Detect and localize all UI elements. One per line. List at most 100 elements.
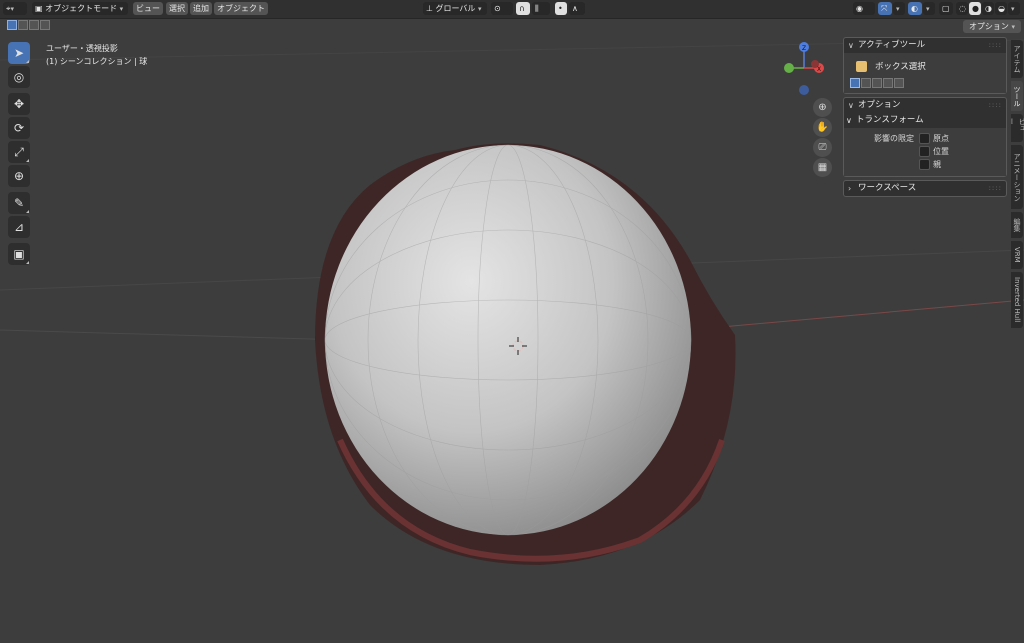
chevron-down-icon: ∨ [848,101,854,110]
rotate-icon: ⟳ [13,121,25,135]
transform-orientation-selector[interactable]: ⊥ グローバル ▾ [423,2,487,15]
pan-button[interactable]: ✋ [813,118,832,137]
tab-animation[interactable]: アニメーション [1011,145,1023,209]
measure-icon: ⊿ [13,220,25,234]
active-tool-name-row: ボックス選択 [850,57,1000,75]
options-header[interactable]: ∨ オプション :::: [844,98,1006,113]
drag-handle-icon[interactable]: :::: [989,181,1002,196]
gizmo-toggle[interactable]: ⤧ [878,2,892,15]
select-extend-icon[interactable] [18,20,28,30]
tab-edit[interactable]: 編集 [1011,212,1023,238]
location-label: 位置 [933,147,949,156]
menu-view[interactable]: ビュー [133,2,163,15]
gizmo-icon: ⤧ [881,4,888,13]
active-tool-section: ∨ アクティブツール :::: ボックス選択 [843,37,1007,94]
3d-viewport[interactable]: Z X ⌖▾ ▣ オブジェクトモード ▾ ビュー 選択 追加 オブジェクト ⊥ … [0,0,1024,643]
overlay-toggle[interactable]: ◐ [908,2,922,15]
visibility-button[interactable]: ◉ [853,2,875,15]
origin-label: 原点 [933,134,949,143]
chevron-down-icon: ▾ [119,5,124,13]
options-title: オプション [858,100,901,110]
chevron-down-icon: ▾ [1011,5,1015,13]
sidebar-tabs: アイテム ツール ビュー アニメーション 編集 VRM Inverted Hul… [1008,40,1024,331]
falloff-button[interactable]: ∧ [569,2,585,15]
camera-icon: ⎚ [818,142,827,153]
grid-icon: ▦ [817,162,828,173]
snap-toggle[interactable]: ∩ [516,2,530,15]
hand-icon: ✋ [816,122,829,133]
tool-transform[interactable]: ⊕ [8,165,30,187]
shading-dropdown[interactable]: ▾ [1008,2,1020,15]
overlay-icon: ◐ [911,4,918,13]
chevron-down-icon: ▾ [926,5,930,13]
tab-view[interactable]: ビュー [1008,114,1024,142]
parents-checkbox[interactable] [919,159,930,170]
overlay-dropdown[interactable]: ▾ [923,2,935,15]
camera-view-button[interactable]: ⎚ [813,138,832,157]
mode-difference-icon[interactable] [883,78,893,88]
viewport-header: ⌖▾ ▣ オブジェクトモード ▾ ビュー 選択 追加 オブジェクト ⊥ グローバ… [0,0,1024,19]
drag-handle-icon[interactable]: :::: [989,98,1002,113]
mode-set-icon[interactable] [850,78,860,88]
mode-extend-icon[interactable] [861,78,871,88]
viewport-info: ユーザー・透視投影 (1) シーンコレクション | 球 [46,42,147,68]
select-subtract-icon[interactable] [29,20,39,30]
transform-subheader[interactable]: ∨ トランスフォーム [844,113,1006,128]
select-new-icon[interactable] [7,20,17,30]
menu-add[interactable]: 追加 [190,2,212,15]
tool-annotate[interactable]: ✎ [8,192,30,214]
location-checkbox[interactable] [919,146,930,157]
shading-wireframe[interactable]: ◌ [956,2,968,15]
zoom-button[interactable]: ⊕ [813,98,832,117]
select-invert-icon[interactable] [40,20,50,30]
chevron-down-icon: ∨ [846,116,852,125]
tool-cursor[interactable]: ◎ [8,66,30,88]
active-tool-header[interactable]: ∨ アクティブツール :::: [844,38,1006,53]
options-section: ∨ オプション :::: ∨ トランスフォーム 影響の限定 原点 位置 親 [843,97,1007,177]
annotate-icon: ✎ [13,196,25,210]
editor-type-button[interactable]: ⌖▾ [3,2,27,15]
proportional-edit-toggle[interactable]: • [555,2,567,15]
affect-only-parents-row: 親 [850,158,1000,171]
tab-inverted-hull[interactable]: Inverted Hull [1011,272,1023,328]
chevron-down-icon: ∨ [848,41,854,50]
tool-measure[interactable]: ⊿ [8,216,30,238]
proportional-icon: • [558,4,563,13]
snap-target-button[interactable]: ⫼ [532,2,550,15]
tool-move[interactable]: ✥ [8,93,30,115]
pivot-icon: ⊙ [494,4,501,13]
origin-checkbox[interactable] [919,133,930,144]
tool-box-select[interactable]: ➤ [8,42,30,64]
tab-tool[interactable]: ツール [1011,81,1023,111]
menu-select[interactable]: 選択 [166,2,188,15]
shading-rendered[interactable]: ◒ [995,2,1007,15]
cursor-3d-icon: ◎ [13,70,25,84]
mode-intersect-icon[interactable] [894,78,904,88]
shading-material[interactable]: ◑ [982,2,994,15]
mode-selector[interactable]: ▣ オブジェクトモード ▾ [32,2,128,15]
tool-scale[interactable]: ⤢ [8,141,30,163]
sidebar-panel: ∨ アクティブツール :::: ボックス選択 ∨ オプション:::: ∨ トラ… [843,37,1007,200]
workspace-title: ワークスペース [858,183,917,193]
tool-rotate[interactable]: ⟳ [8,117,30,139]
view-name: ユーザー・透視投影 [46,44,118,53]
chevron-down-icon: ▾ [477,5,482,13]
xray-toggle[interactable]: ▢ [939,2,953,15]
mode-subtract-icon[interactable] [872,78,882,88]
drag-handle-icon[interactable]: :::: [989,38,1002,53]
active-tool-name: ボックス選択 [875,62,926,72]
pivot-point-button[interactable]: ⊙ [491,2,513,15]
perspective-toggle-button[interactable]: ▦ [813,158,832,177]
shading-solid[interactable]: ● [969,2,981,15]
affect-only-location-row: 位置 [850,145,1000,158]
tab-item[interactable]: アイテム [1011,40,1023,78]
workspace-header[interactable]: › ワークスペース :::: [844,181,1006,196]
options-dropdown[interactable]: オプション ▾ [962,20,1021,33]
chevron-down-icon: ▾ [1011,23,1015,31]
menu-object[interactable]: オブジェクト [214,2,268,15]
gizmo-neg-z-axis [799,85,809,95]
tab-vrm[interactable]: VRM [1011,241,1023,269]
eye-icon: ◉ [856,4,863,13]
gizmo-dropdown[interactable]: ▾ [893,2,905,15]
tool-add-cube[interactable]: ▣ [8,243,30,265]
